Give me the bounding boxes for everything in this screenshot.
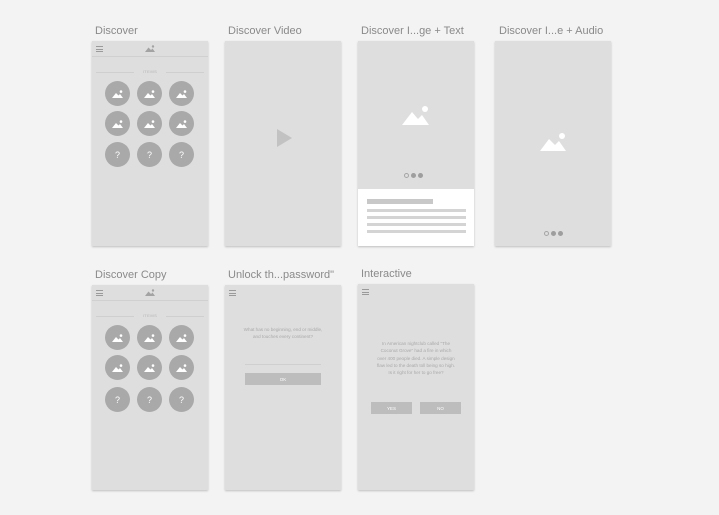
item-image-circle[interactable]: [105, 81, 130, 106]
image-icon: [112, 119, 123, 128]
artboard-title-discover-copy[interactable]: Discover Copy: [95, 269, 167, 281]
artboard-title-interactive[interactable]: Interactive: [361, 268, 412, 280]
image-icon: [144, 119, 155, 128]
artboard-discover-video[interactable]: [225, 41, 341, 246]
text-line-placeholder: [367, 223, 466, 226]
item-image-circle[interactable]: [137, 355, 162, 380]
locked-item-circle[interactable]: ?: [105, 387, 130, 412]
text-panel: [358, 189, 474, 246]
artboard-discover-image-text[interactable]: [358, 41, 474, 246]
item-image-circle[interactable]: [169, 111, 194, 136]
story-line: Is it right for her to go free?: [388, 370, 444, 376]
text-line-placeholder: [367, 230, 466, 233]
carousel-dot[interactable]: [418, 173, 423, 178]
image-icon: [112, 363, 123, 372]
item-image-circle[interactable]: [169, 81, 194, 106]
artboard-title-discover-video[interactable]: Discover Video: [228, 25, 302, 37]
menu-icon[interactable]: [96, 46, 103, 52]
image-icon: [112, 333, 123, 342]
locked-item-circle[interactable]: ?: [169, 142, 194, 167]
item-image-circle[interactable]: [169, 355, 194, 380]
ok-button[interactable]: OK: [245, 373, 321, 385]
artboard-title-discover-image-audio[interactable]: Discover I...e + Audio: [499, 25, 603, 37]
locked-item-circle[interactable]: ?: [137, 387, 162, 412]
section-divider: [166, 316, 204, 317]
image-icon: [112, 89, 123, 98]
carousel-dots[interactable]: [404, 173, 423, 178]
riddle-text: What has no beginning, end or middle, an…: [229, 326, 337, 341]
text-line-placeholder: [367, 216, 466, 219]
password-input[interactable]: [245, 364, 321, 365]
artboard-title-discover[interactable]: Discover: [95, 25, 138, 37]
yes-button[interactable]: YES: [371, 402, 412, 414]
item-image-circle[interactable]: [169, 325, 194, 350]
carousel-dots[interactable]: [544, 231, 563, 236]
image-icon: [144, 89, 155, 98]
menu-icon[interactable]: [229, 290, 236, 296]
image-icon: [540, 133, 566, 151]
image-icon: [144, 333, 155, 342]
locked-item-circle[interactable]: ?: [105, 142, 130, 167]
story-line: flaw led to the death toll being so high…: [376, 362, 456, 368]
story-line: over 400 people died. A simple design: [377, 355, 455, 361]
image-icon: [176, 333, 187, 342]
design-canvas: Discover ITEMS ? ? ? Discover Video Disc…: [0, 0, 719, 515]
carousel-dot[interactable]: [558, 231, 563, 236]
artboard-title-unlock[interactable]: Unlock th...password": [228, 269, 334, 281]
riddle-line: What has no beginning, end or middle,: [243, 327, 323, 332]
logo-image-icon: [145, 45, 155, 52]
locked-item-circle[interactable]: ?: [137, 142, 162, 167]
image-icon: [176, 363, 187, 372]
riddle-line: and touches every continent?: [252, 334, 313, 340]
carousel-dot[interactable]: [411, 173, 416, 178]
logo-image-icon: [145, 289, 155, 296]
menu-icon[interactable]: [96, 290, 103, 296]
artboard-unlock[interactable]: What has no beginning, end or middle, an…: [225, 285, 341, 490]
item-image-circle[interactable]: [105, 111, 130, 136]
item-image-circle[interactable]: [137, 111, 162, 136]
image-icon: [176, 119, 187, 128]
item-image-circle[interactable]: [105, 355, 130, 380]
text-line-placeholder: [367, 209, 466, 212]
image-icon: [402, 106, 429, 125]
story-text: In American nightclub called "The Coconu…: [362, 340, 470, 376]
item-image-circle[interactable]: [105, 325, 130, 350]
artboard-discover-copy[interactable]: ITEMS ? ? ?: [92, 285, 208, 490]
image-icon: [144, 363, 155, 372]
carousel-dot[interactable]: [544, 231, 549, 236]
carousel-dot[interactable]: [551, 231, 556, 236]
item-image-circle[interactable]: [137, 81, 162, 106]
artboard-discover[interactable]: ITEMS ? ? ?: [92, 41, 208, 246]
play-icon[interactable]: [277, 129, 292, 147]
menu-icon[interactable]: [362, 289, 369, 295]
story-line: In American nightclub called "The: [381, 341, 451, 346]
locked-item-circle[interactable]: ?: [169, 387, 194, 412]
image-icon: [176, 89, 187, 98]
carousel-dot[interactable]: [404, 173, 409, 178]
section-divider: [166, 72, 204, 73]
artboard-interactive[interactable]: In American nightclub called "The Coconu…: [358, 284, 474, 490]
no-button[interactable]: NO: [420, 402, 461, 414]
item-image-circle[interactable]: [137, 325, 162, 350]
artboard-discover-image-audio[interactable]: [495, 41, 611, 246]
text-heading-placeholder: [367, 199, 433, 204]
story-line: Coconut Grove" had a fire in which: [380, 348, 452, 354]
artboard-title-discover-image-text[interactable]: Discover I...ge + Text: [361, 25, 464, 37]
